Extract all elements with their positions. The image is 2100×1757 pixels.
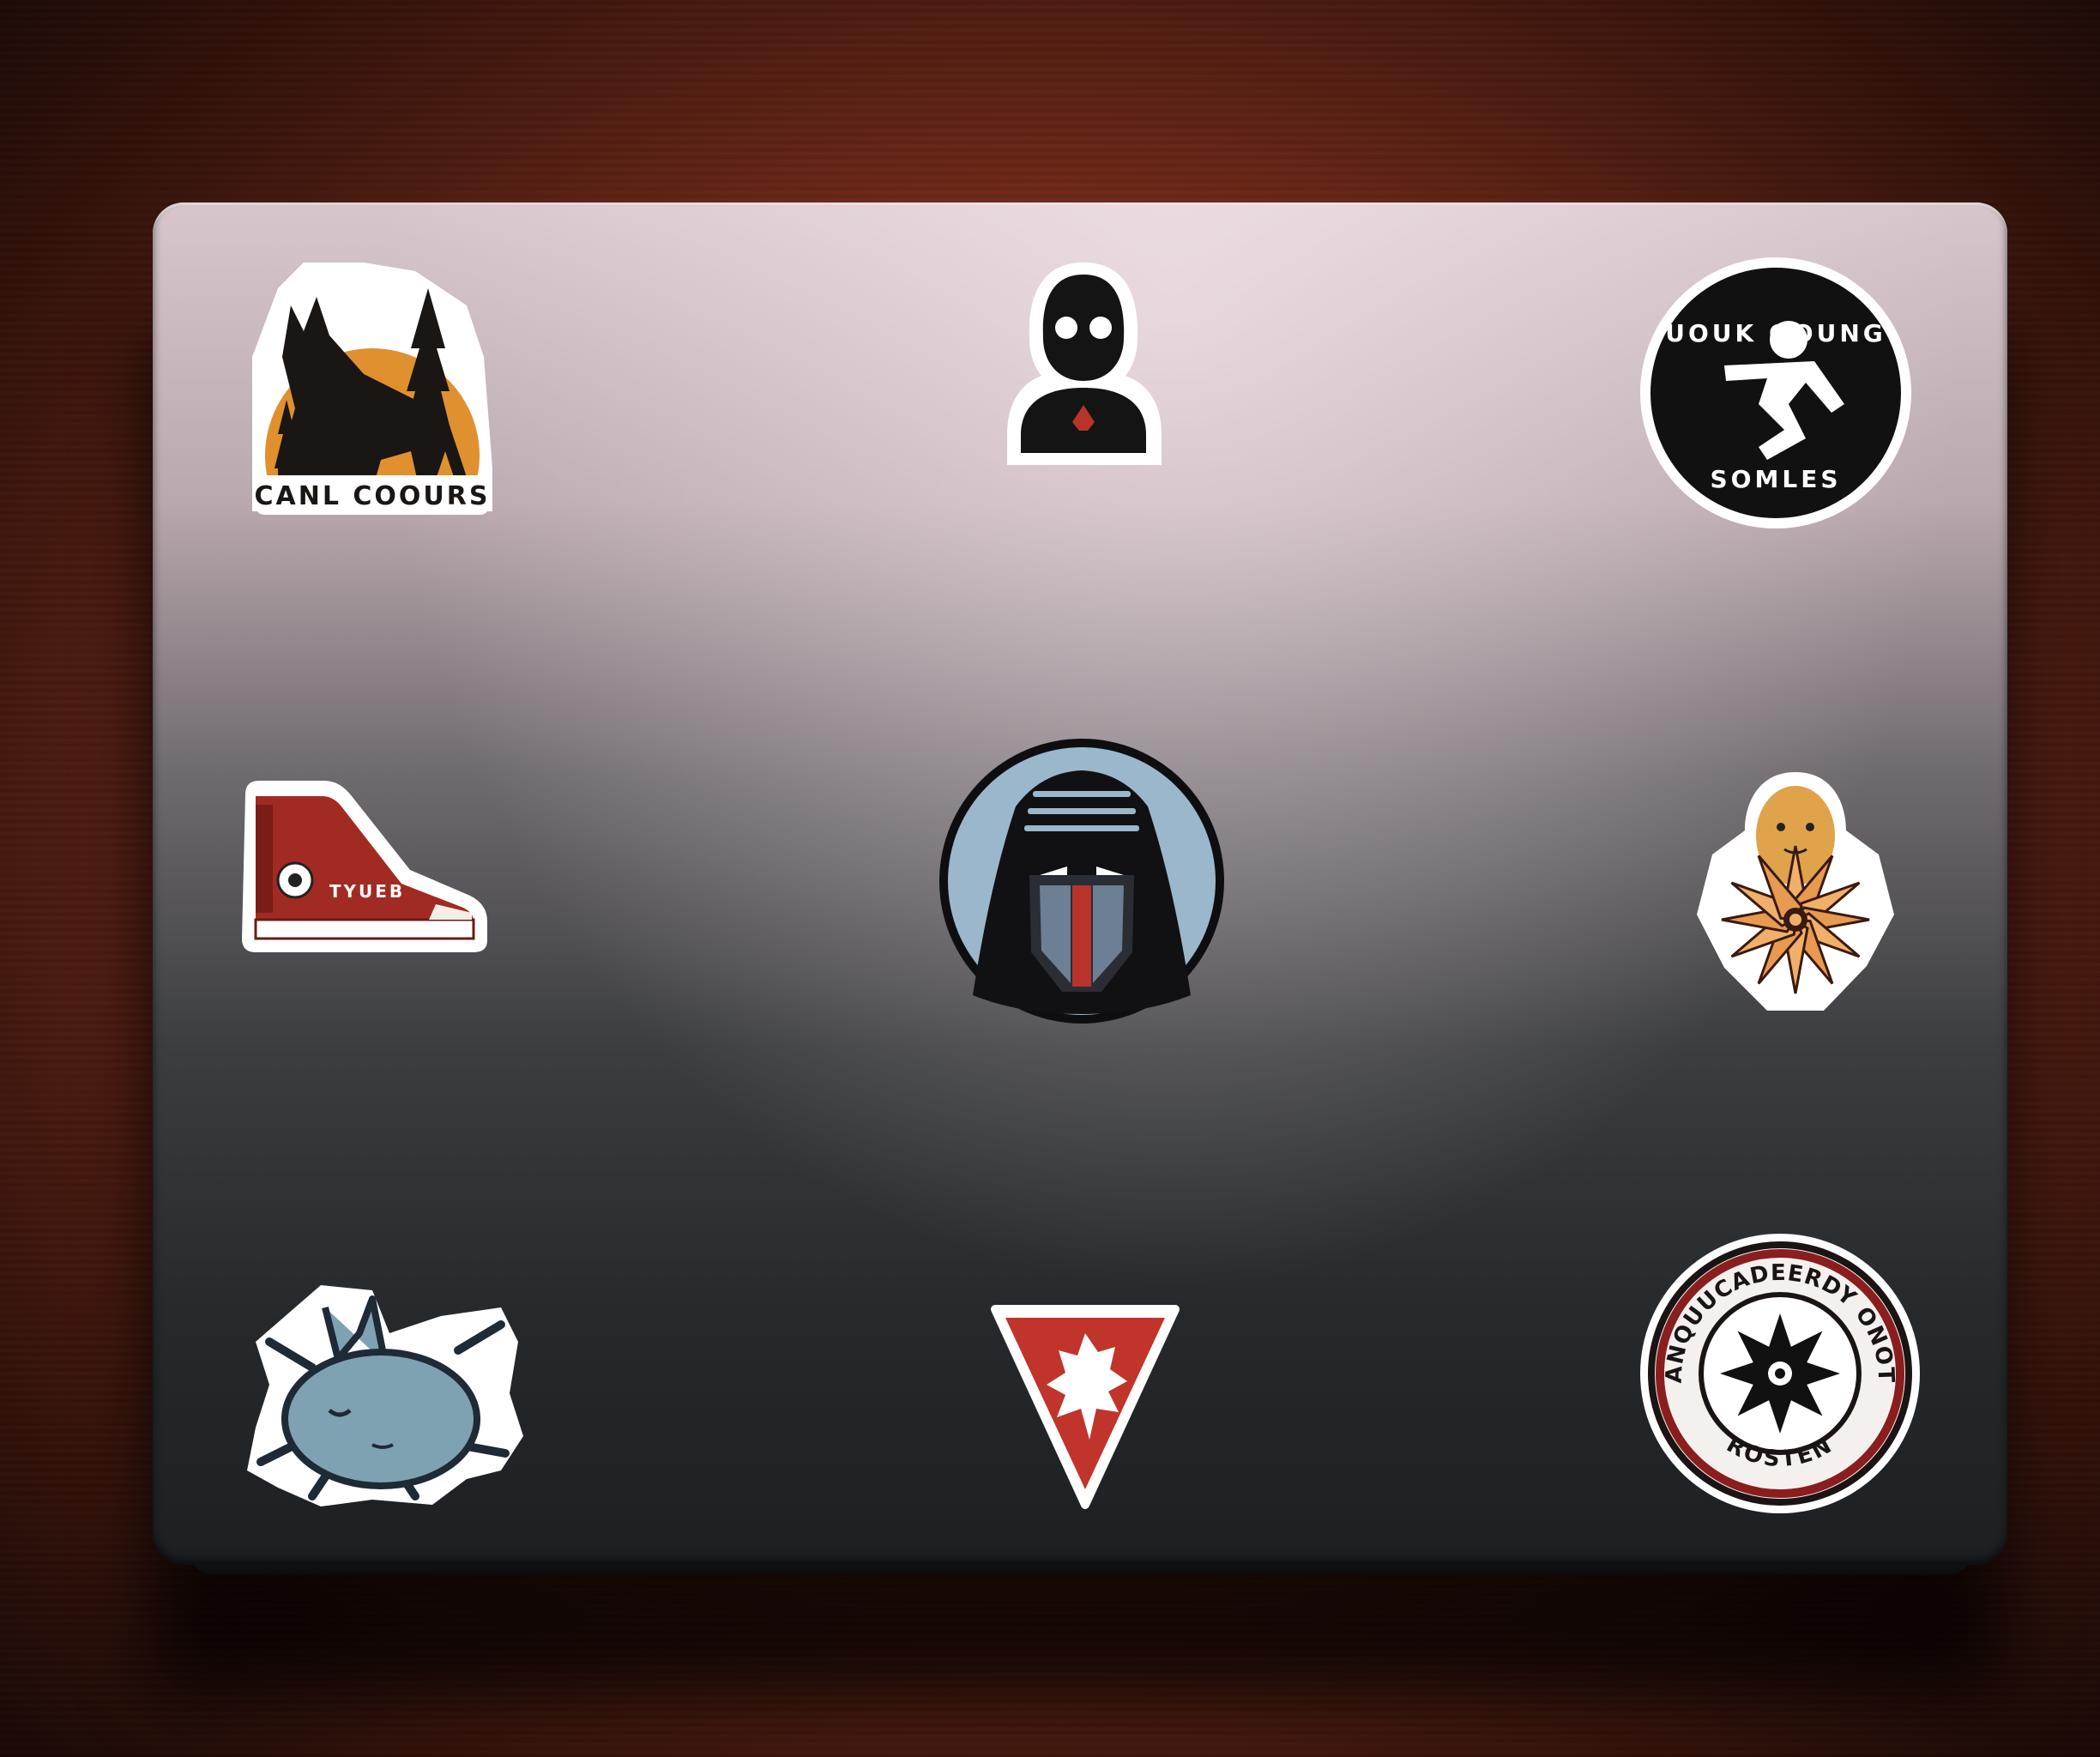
badge-sticker: ANQUUCADEERDY ONOT ROSTEN [1640,1234,1920,1513]
figure-sticker [1007,263,1162,465]
creature-sticker [247,1285,523,1506]
runner-bottom-text: SOMLES [1711,465,1842,493]
runner-top-text: UOUK OOUNG [1665,319,1886,347]
helmet-sticker [939,739,1224,1023]
flower-face-sticker [1697,772,1894,1011]
sneaker-sticker: TYUEB [242,781,487,952]
wolf-sticker: CANL COOURS [252,263,492,515]
triangle-sticker [991,1305,1180,1509]
wolf-sticker-caption: CANL COOURS [255,481,491,511]
sneaker-side-text: TYUEB [329,881,405,902]
red-triangle-icon [1005,1318,1165,1489]
runner-sticker: UOUK OOUNG SOMLES [1640,257,1911,528]
flower-badge-icon [1720,1313,1840,1434]
